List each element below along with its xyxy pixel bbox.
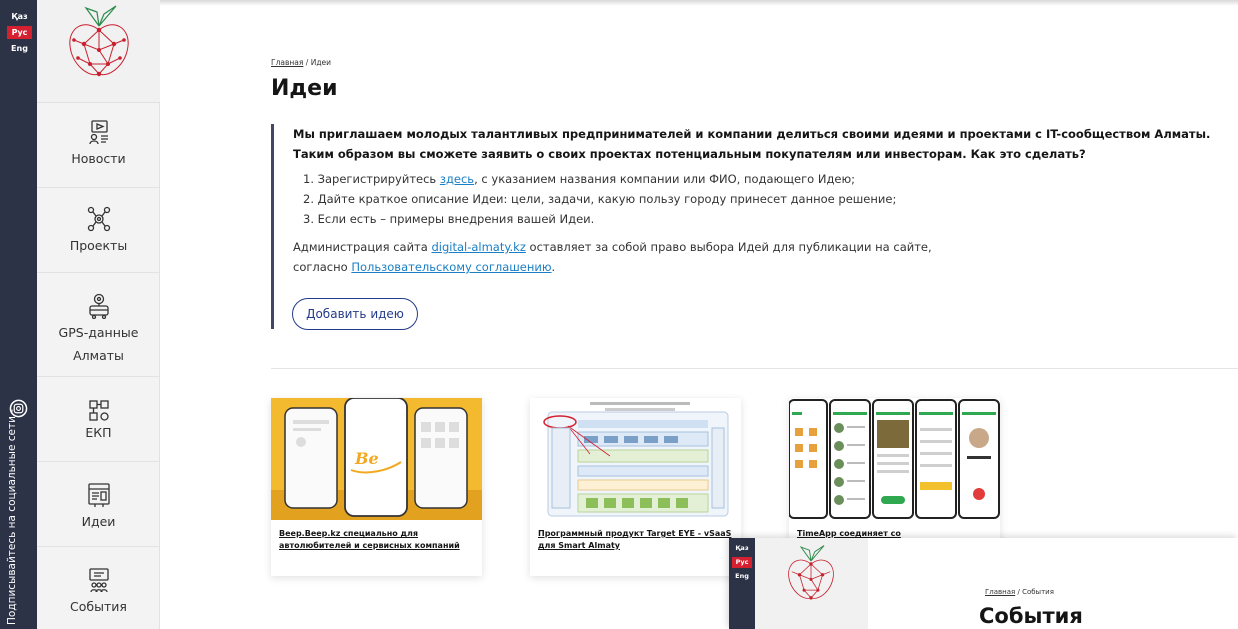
overlay-logo[interactable]: [755, 538, 868, 629]
register-link[interactable]: здесь: [440, 172, 474, 186]
nav-label-events: События: [70, 599, 127, 614]
step-3: 3. Если есть – примеры внедрения вашей И…: [303, 212, 595, 226]
intro-block: Мы приглашаем молодых талантливых предпр…: [271, 124, 1238, 329]
add-idea-button[interactable]: Добавить идею: [292, 298, 418, 330]
nav-label-projects: Проекты: [69, 238, 128, 253]
svg-text:Be: Be: [354, 449, 379, 468]
nav-label-ideas: Идеи: [81, 514, 116, 529]
sidebar-nav: Новости Проекты GPS-данные Алматы ЕКП Ид…: [37, 0, 160, 629]
idea-card[interactable]: Be Beep.Beep.kz специально для автолюбит…: [271, 398, 482, 576]
overlay-breadcrumb: Главная / События: [985, 588, 1054, 596]
step-1-text: 1. Зарегистрируйтесь: [303, 172, 440, 186]
overlay-language-rail: Қаз Рус Eng: [729, 538, 755, 629]
notice-text-2: оставляет за собой право выбора Идей для…: [525, 240, 932, 254]
admin-notice: Администрация сайта digital-almaty.kz ос…: [293, 237, 1238, 277]
lang-eng[interactable]: Eng: [7, 42, 32, 55]
nav-item-gps[interactable]: GPS-данные Алматы: [37, 273, 160, 377]
apple-logo-icon: [788, 545, 834, 600]
notice-text: Администрация сайта: [293, 240, 432, 254]
nav-label-gps: GPS-данные Алматы: [58, 325, 139, 363]
nav-item-events[interactable]: События: [37, 547, 160, 629]
overlay-breadcrumb-current: События: [1022, 588, 1054, 596]
steps-list: 1. Зарегистрируйтесь здесь, с указанием …: [293, 169, 1238, 229]
breadcrumb-current: Идеи: [310, 58, 331, 67]
step-1: 1. Зарегистрируйтесь здесь, с указанием …: [303, 169, 1238, 189]
nav-item-ekp[interactable]: ЕКП: [37, 377, 160, 462]
events-icon: [88, 568, 109, 593]
user-agreement-link[interactable]: Пользовательскому соглашению: [351, 260, 551, 274]
apple-logo-icon: [69, 5, 129, 77]
overlay-lang-kaz[interactable]: Қаз: [732, 543, 752, 554]
card-title[interactable]: Программный продукт Target EYE - vSaaS д…: [530, 520, 741, 552]
notice-text-3: согласно: [293, 260, 352, 274]
site-link[interactable]: digital-almaty.kz: [431, 240, 525, 254]
intro-lead-1: Мы приглашаем молодых талантливых предпр…: [293, 127, 1211, 141]
top-shadow: [160, 0, 1238, 6]
nav-item-projects[interactable]: Проекты: [37, 188, 160, 273]
lang-kaz[interactable]: Қаз: [7, 10, 32, 23]
step-2: 2. Дайте краткое описание Идеи: цели, за…: [303, 192, 897, 206]
breadcrumb-home[interactable]: Главная: [271, 58, 303, 67]
events-page-overlay: Қаз Рус Eng Главная / События События: [729, 538, 1238, 629]
news-icon: [88, 120, 108, 145]
ekp-icon: [88, 400, 109, 421]
breadcrumb-sep: /: [303, 58, 311, 67]
nav-item-ideas[interactable]: Идеи: [37, 462, 160, 547]
nav-label-news: Новости: [71, 151, 126, 166]
language-rail: Қаз Рус Eng Подписывайтесь на социальные…: [0, 0, 37, 629]
card-title[interactable]: Beep.Beep.kz специально для автолюбителе…: [271, 520, 482, 552]
lang-rus[interactable]: Рус: [7, 26, 32, 39]
overlay-lang-rus[interactable]: Рус: [732, 557, 752, 568]
card-image: [530, 398, 741, 520]
overlay-breadcrumb-home[interactable]: Главная: [985, 588, 1015, 596]
social-block: Подписывайтесь на социальные сети -: [0, 397, 37, 629]
intro-lead-2: Таким образом вы сможете заявить о своих…: [293, 147, 1086, 161]
breadcrumb: Главная / Идеи: [271, 58, 331, 67]
notice-text-4: .: [551, 260, 556, 274]
ideas-icon: [87, 483, 110, 507]
nav-label-ekp: ЕКП: [85, 425, 112, 440]
idea-card[interactable]: Программный продукт Target EYE - vSaaS д…: [530, 398, 741, 576]
card-image: [789, 398, 1000, 520]
card-image: Be: [271, 398, 482, 520]
overlay-lang-eng[interactable]: Eng: [732, 571, 752, 582]
divider: [271, 368, 1238, 369]
bus-icon: [88, 293, 109, 319]
nav-item-news[interactable]: Новости: [37, 103, 160, 188]
overlay-page-title: События: [979, 604, 1083, 628]
projects-icon: [87, 206, 110, 232]
page-title: Идеи: [271, 76, 338, 101]
card-title[interactable]: TimeApp соединяет со: [789, 520, 1000, 540]
logo[interactable]: [37, 0, 160, 103]
social-label: Подписывайтесь на социальные сети -: [6, 408, 18, 625]
step-1-rest: , с указанием названия компании или ФИО,…: [474, 172, 856, 186]
